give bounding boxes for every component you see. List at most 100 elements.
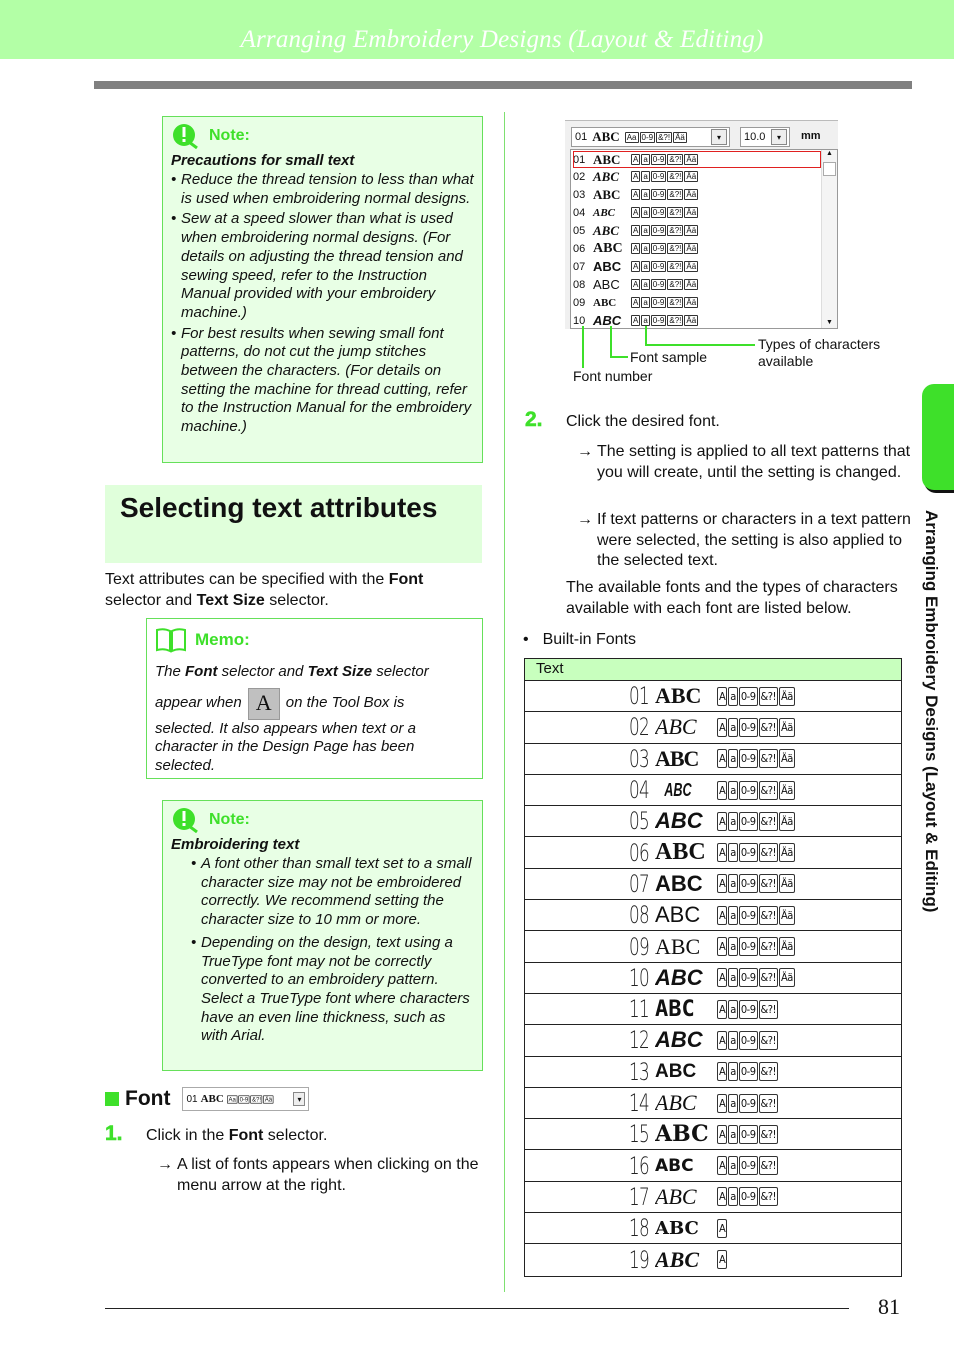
glyph-box: 0-9 — [738, 780, 758, 800]
font-selector-image[interactable]: 01 ABC Aa 0-9 &?! Ää ▾ — [182, 1087, 310, 1111]
arrow-icon: → — [577, 511, 593, 528]
step-text-part: Click in the — [146, 1127, 229, 1144]
glyph-box: &?! — [758, 843, 778, 863]
text-tool-icon: A — [247, 687, 280, 720]
font-sample: ABC — [655, 714, 697, 740]
font-subheading: Font 01 ABC Aa 0-9 &?! Ää ▾ — [105, 1087, 310, 1111]
scroll-down-icon[interactable]: ▼ — [822, 319, 837, 326]
page-number: 81 — [878, 1294, 900, 1319]
glyph-types: Aa 0-9 &?! — [717, 1124, 778, 1144]
font-sample: ABC — [655, 870, 703, 896]
glyph-types: Aa 0-9 &?! Ää — [717, 937, 795, 957]
glyph-box: 0-9 — [738, 843, 758, 863]
font-list-item[interactable]: 02 ABC Aa 0-9 &?! Ää — [573, 168, 821, 185]
glyph-box: 0-9 — [738, 717, 758, 737]
book-icon — [155, 627, 187, 653]
built-in-fonts-bullet: • Built-in Fonts — [523, 630, 636, 651]
glyph-box: 0-9 — [738, 874, 758, 894]
note-bullet: Sew at a speed slower than what is used … — [171, 210, 474, 322]
note-subtitle: Embroidering text — [171, 836, 300, 853]
dropdown-arrow-icon[interactable]: ▾ — [711, 129, 727, 145]
font-list-item[interactable]: 07 ABC Aa 0-9 &?! Ää — [573, 258, 821, 275]
glyph-types: Aa 0-9 &?! — [717, 1156, 778, 1176]
note-bullet: Reduce the thread tension to less than w… — [171, 171, 474, 208]
glyph-box: A — [717, 1093, 728, 1113]
callout-types-of-characters: Types of characters available — [758, 336, 881, 369]
glyph-box: Ää — [778, 937, 795, 957]
glyph-types: Aa 0-9 &?! Ää — [717, 874, 795, 894]
font-list-item[interactable]: 05 ABC Aa 0-9 &?! Ää — [573, 222, 821, 239]
font-number: 16 — [629, 1151, 650, 1180]
dropdown-arrow-icon[interactable]: ▾ — [293, 1092, 306, 1106]
note-label: Note: — [209, 811, 250, 828]
font-list-item[interactable]: 08 ABC Aa 0-9 &?! Ää — [573, 276, 821, 293]
font-list-item[interactable]: 03 ABC Aa 0-9 &?! Ää — [573, 186, 821, 203]
exclamation-icon — [171, 123, 201, 150]
callout-font-sample: Font sample — [630, 349, 708, 365]
glyph-types: Aa 0-9 &?! Ää — [631, 154, 699, 165]
note-subtitle: Precautions for small text — [171, 152, 355, 169]
glyph-box: &?! — [758, 780, 778, 800]
memo-header: Memo: — [155, 627, 474, 653]
glyph-box: a — [728, 999, 738, 1019]
font-list-item[interactable]: 01 ABC Aa 0-9 &?! Ää — [573, 151, 821, 168]
font-sample: ABC — [593, 296, 617, 309]
glyph-types: Aa 0-9 &?! Ää — [717, 686, 795, 706]
font-table-row: 18 ABC A — [525, 1213, 901, 1245]
callout-line — [582, 326, 584, 368]
font-selector-dropdown[interactable]: 01 ABC Aa 0-9 &?! Ää ▾ — [571, 127, 730, 147]
scroll-thumb[interactable] — [823, 162, 836, 176]
font-table-row: 04 ABC Aa 0-9 &?! Ää — [525, 775, 901, 807]
glyph-types: Aa 0-9 &?! Ää — [631, 189, 699, 200]
font-table-row: 09 ABC Aa 0-9 &?! Ää — [525, 931, 901, 963]
font-number: 08 — [573, 278, 586, 291]
glyph-box: a — [728, 968, 738, 988]
glyph-box: a — [728, 874, 738, 894]
glyph-box: a — [728, 843, 738, 863]
table-header: Text — [525, 659, 901, 681]
font-sample: ABC — [655, 1155, 694, 1176]
font-sample: ABC — [593, 259, 622, 274]
font-list[interactable]: 01 ABC Aa 0-9 &?! Ää 02 ABC Aa 0-9 &?! Ää 03 ABC Aa 0… — [570, 149, 838, 329]
glyph-box: 0-9 — [738, 1156, 758, 1176]
font-list-scrollbar[interactable]: ▲ ▼ — [821, 150, 837, 328]
note-label: Note: — [209, 127, 250, 144]
font-number: 15 — [629, 1120, 650, 1149]
font-number: 01 — [573, 153, 586, 166]
glyph-box: &?! — [758, 749, 778, 769]
glyph-box: 0-9 — [237, 1094, 250, 1104]
text-size-dropdown[interactable]: 10.0 ▾ — [740, 127, 790, 147]
glyph-box: A — [717, 1250, 728, 1270]
font-sample: ABC — [664, 779, 692, 800]
dropdown-arrow-icon[interactable]: ▾ — [771, 129, 787, 145]
glyph-box: a — [728, 717, 738, 737]
font-table-row: 07 ABC Aa 0-9 &?! Ää — [525, 869, 901, 901]
glyph-box: 0-9 — [738, 686, 758, 706]
result-text: If text patterns or characters in a text… — [597, 511, 911, 569]
glyph-types: Aa 0-9 &?! Ää — [631, 279, 699, 290]
memo-label: Memo: — [195, 630, 250, 649]
glyph-box: Ää — [778, 905, 795, 925]
font-sample: ABC — [593, 151, 621, 167]
section-intro: Text attributes can be specified with th… — [105, 571, 424, 609]
memo-box: Memo: The Font selector and Text Size se… — [146, 618, 483, 779]
glyph-box: a — [728, 686, 738, 706]
scroll-up-icon[interactable]: ▲ — [822, 150, 837, 162]
glyph-box: Ää — [778, 811, 795, 831]
font-list-item[interactable]: 09 ABC Aa 0-9 &?! Ää — [573, 294, 821, 311]
glyph-types: Aa 0-9 &?! — [717, 1030, 778, 1050]
font-list-item[interactable]: 04 ABC Aa 0-9 &?! Ää — [573, 204, 821, 221]
font-table-row: 13 ABC Aa 0-9 &?! — [525, 1057, 901, 1088]
glyph-box: A — [717, 968, 728, 988]
glyph-types: A — [717, 1218, 728, 1238]
glyph-box: &?! — [758, 1093, 778, 1113]
font-sample: ABC — [655, 1027, 703, 1053]
glyph-box: A — [717, 1124, 728, 1144]
font-sample: ABC — [593, 277, 620, 292]
selector-font-number: 01 — [186, 1093, 198, 1105]
font-list-item[interactable]: 06 ABC Aa 0-9 &?! Ää — [573, 240, 821, 257]
glyph-box: 0-9 — [738, 1093, 758, 1113]
glyph-box: 0-9 — [738, 1062, 758, 1082]
font-sample: ABC — [593, 168, 620, 184]
side-chapter-label: Arranging Embroidery Designs (Layout & E… — [920, 510, 942, 950]
